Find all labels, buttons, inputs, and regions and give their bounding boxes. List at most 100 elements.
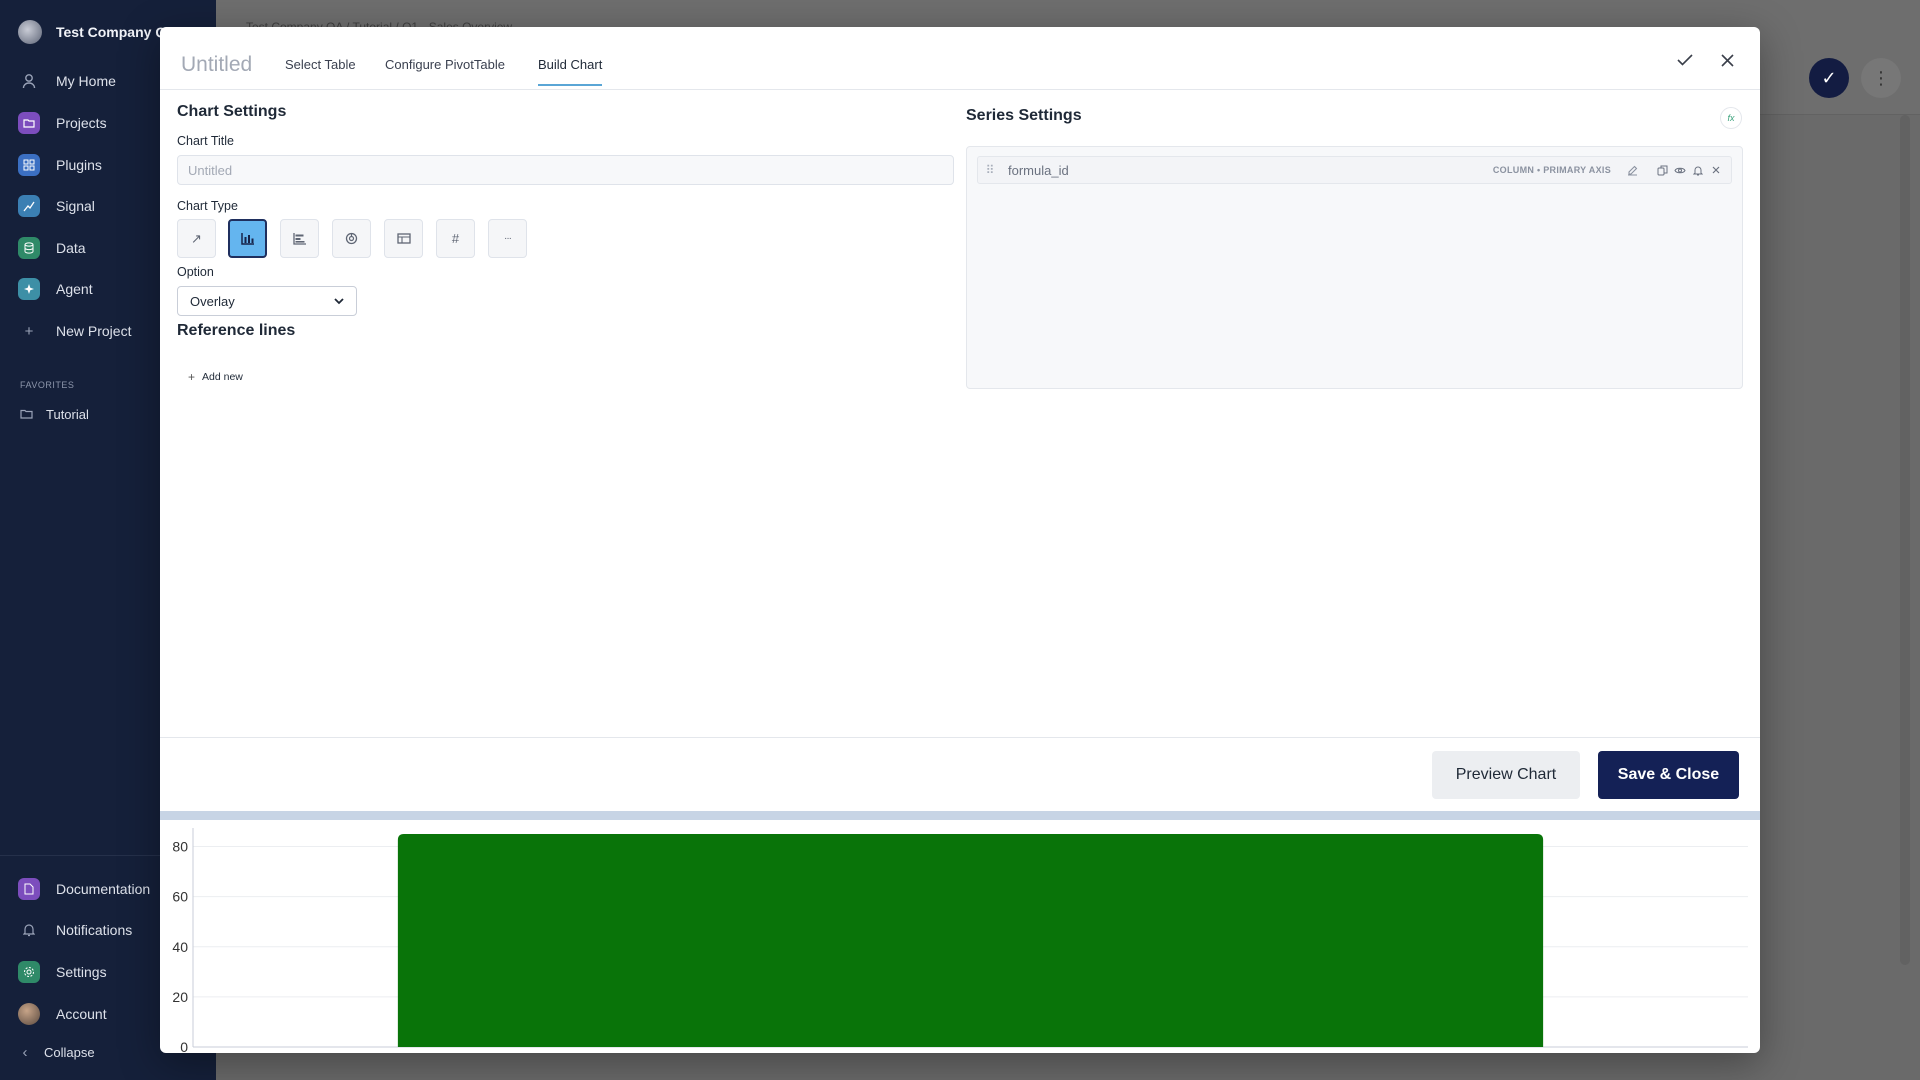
more-icon: ··· (504, 233, 512, 244)
modal-title[interactable]: Untitled (181, 53, 252, 77)
option-select[interactable]: Overlay (177, 286, 357, 316)
avatar-icon (18, 1003, 40, 1025)
folder-icon (18, 112, 40, 134)
series-axis-meta: COLUMN • PRIMARY AXIS (1492, 165, 1611, 175)
eye-icon[interactable] (1671, 161, 1689, 179)
sidebar-item-label: Documentation (56, 881, 151, 897)
donut-chart-icon (345, 232, 358, 245)
agent-icon (18, 278, 40, 300)
save-and-close-button[interactable]: Save & Close (1598, 751, 1739, 799)
sidebar-item-label: Agent (56, 281, 93, 297)
sidebar-item-label: Account (56, 1006, 107, 1022)
sidebar-item-label: Tutorial (46, 406, 89, 422)
sidebar-item-label: Notifications (56, 922, 133, 938)
folder-icon (18, 403, 34, 425)
org-switcher[interactable]: Test Company QA (18, 20, 176, 44)
org-name: Test Company QA (56, 24, 177, 40)
plus-icon: + (24, 322, 34, 340)
tab-select-table[interactable]: Select Table (285, 57, 356, 86)
signal-icon (18, 195, 40, 217)
preview-resize-handle[interactable] (160, 811, 1760, 820)
background-scrollbar (1900, 115, 1910, 965)
duplicate-icon[interactable] (1653, 161, 1671, 179)
chart-type-donut[interactable] (332, 219, 371, 258)
drag-handle-icon[interactable]: ⠿ (980, 163, 1000, 177)
collapse-label: Collapse (44, 1044, 95, 1060)
add-new-label: Add new (202, 371, 243, 383)
bar-chart-icon (240, 233, 254, 245)
fx-icon: fx (1727, 113, 1735, 123)
doc-icon (18, 878, 40, 900)
series-settings-heading: Series Settings (966, 107, 1082, 124)
table-icon (396, 233, 411, 244)
footer-divider (160, 737, 1760, 738)
chart-type-table[interactable] (384, 219, 423, 258)
close-icon[interactable] (1714, 47, 1740, 73)
chart-preview: 0 20 40 60 80 Base (160, 820, 1760, 1053)
chevron-left-icon: ‹ (22, 1043, 28, 1061)
sidebar-item-signal[interactable]: Signal (18, 193, 95, 219)
chart-type-number[interactable]: # (436, 219, 475, 258)
sidebar-item-label: Projects (56, 115, 107, 131)
line-chart-icon: ↗ (191, 230, 202, 246)
preview-chart-button[interactable]: Preview Chart (1432, 751, 1580, 799)
sidebar-item-tutorial[interactable]: Tutorial (18, 401, 89, 427)
sidebar-item-account[interactable]: Account (18, 1001, 107, 1027)
bar-chart: 0 20 40 60 80 Base (172, 828, 1748, 1053)
chevron-down-icon (334, 297, 344, 304)
horizontal-bar-icon (292, 233, 306, 245)
collapse-button[interactable]: ‹ Collapse (20, 1039, 95, 1065)
y-tick-label: 0 (180, 1039, 188, 1053)
gear-icon (18, 961, 40, 983)
sidebar-item-agent[interactable]: Agent (18, 276, 93, 302)
y-tick-label: 60 (172, 889, 188, 905)
formula-fx-button[interactable]: fx (1720, 107, 1742, 129)
chart-type-bar[interactable] (228, 219, 267, 258)
check-icon: ✓ (1809, 58, 1849, 98)
sidebar-item-label: Data (56, 240, 86, 256)
series-row[interactable]: ⠿ formula_id COLUMN • PRIMARY AXIS (977, 156, 1732, 184)
plus-icon: + (188, 370, 196, 384)
sidebar-item-plugins[interactable]: Plugins (18, 152, 102, 178)
chart-type-horizontal-bar[interactable] (280, 219, 319, 258)
number-icon: # (451, 231, 460, 246)
add-reference-line-button[interactable]: + Add new (188, 370, 243, 384)
more-vertical-icon: ⋮ (1861, 58, 1901, 98)
chart-type-more[interactable]: ··· (488, 219, 527, 258)
sidebar-item-my-home[interactable]: My Home (18, 68, 116, 94)
sidebar-item-label: New Project (56, 323, 132, 339)
sidebar-item-label: Settings (56, 964, 107, 980)
sidebar-item-label: My Home (56, 73, 116, 89)
chart-builder-modal: Untitled Select Table Configure PivotTab… (160, 27, 1760, 1053)
modal-header: Untitled Select Table Configure PivotTab… (160, 27, 1760, 90)
sidebar-item-data[interactable]: Data (18, 235, 86, 261)
chart-type-line[interactable]: ↗ (177, 219, 216, 258)
option-select-value: Overlay (190, 293, 235, 309)
grid-icon (18, 154, 40, 176)
sidebar-item-notifications[interactable]: Notifications (18, 917, 132, 943)
chart-title-input[interactable] (177, 155, 954, 185)
sidebar-item-documentation[interactable]: Documentation (18, 876, 150, 902)
tab-configure-pivottable[interactable]: Configure PivotTable (385, 57, 505, 86)
org-logo (18, 20, 42, 44)
series-name: formula_id (1008, 162, 1069, 178)
bell-icon (18, 919, 40, 941)
reference-lines-heading: Reference lines (177, 322, 296, 339)
tab-build-chart[interactable]: Build Chart (538, 57, 603, 86)
sidebar-item-new-project[interactable]: + New Project (18, 318, 132, 344)
edit-icon[interactable] (1623, 161, 1641, 179)
series-list-panel: ⠿ formula_id COLUMN • PRIMARY AXIS (966, 146, 1743, 389)
favorites-heading: FAVORITES (20, 380, 75, 390)
sidebar-item-label: Plugins (56, 157, 102, 173)
y-tick-label: 40 (172, 939, 188, 955)
sidebar-item-projects[interactable]: Projects (18, 110, 107, 136)
confirm-check-icon[interactable] (1672, 47, 1698, 73)
sidebar-item-settings[interactable]: Settings (18, 959, 107, 985)
option-label: Option (177, 265, 214, 279)
bar (397, 834, 1544, 1047)
remove-series-icon[interactable] (1707, 161, 1725, 179)
bell-icon[interactable] (1689, 161, 1707, 179)
person-icon (18, 70, 40, 92)
sidebar-item-label: Signal (56, 198, 95, 214)
x-tick-label: Base (955, 1052, 987, 1053)
